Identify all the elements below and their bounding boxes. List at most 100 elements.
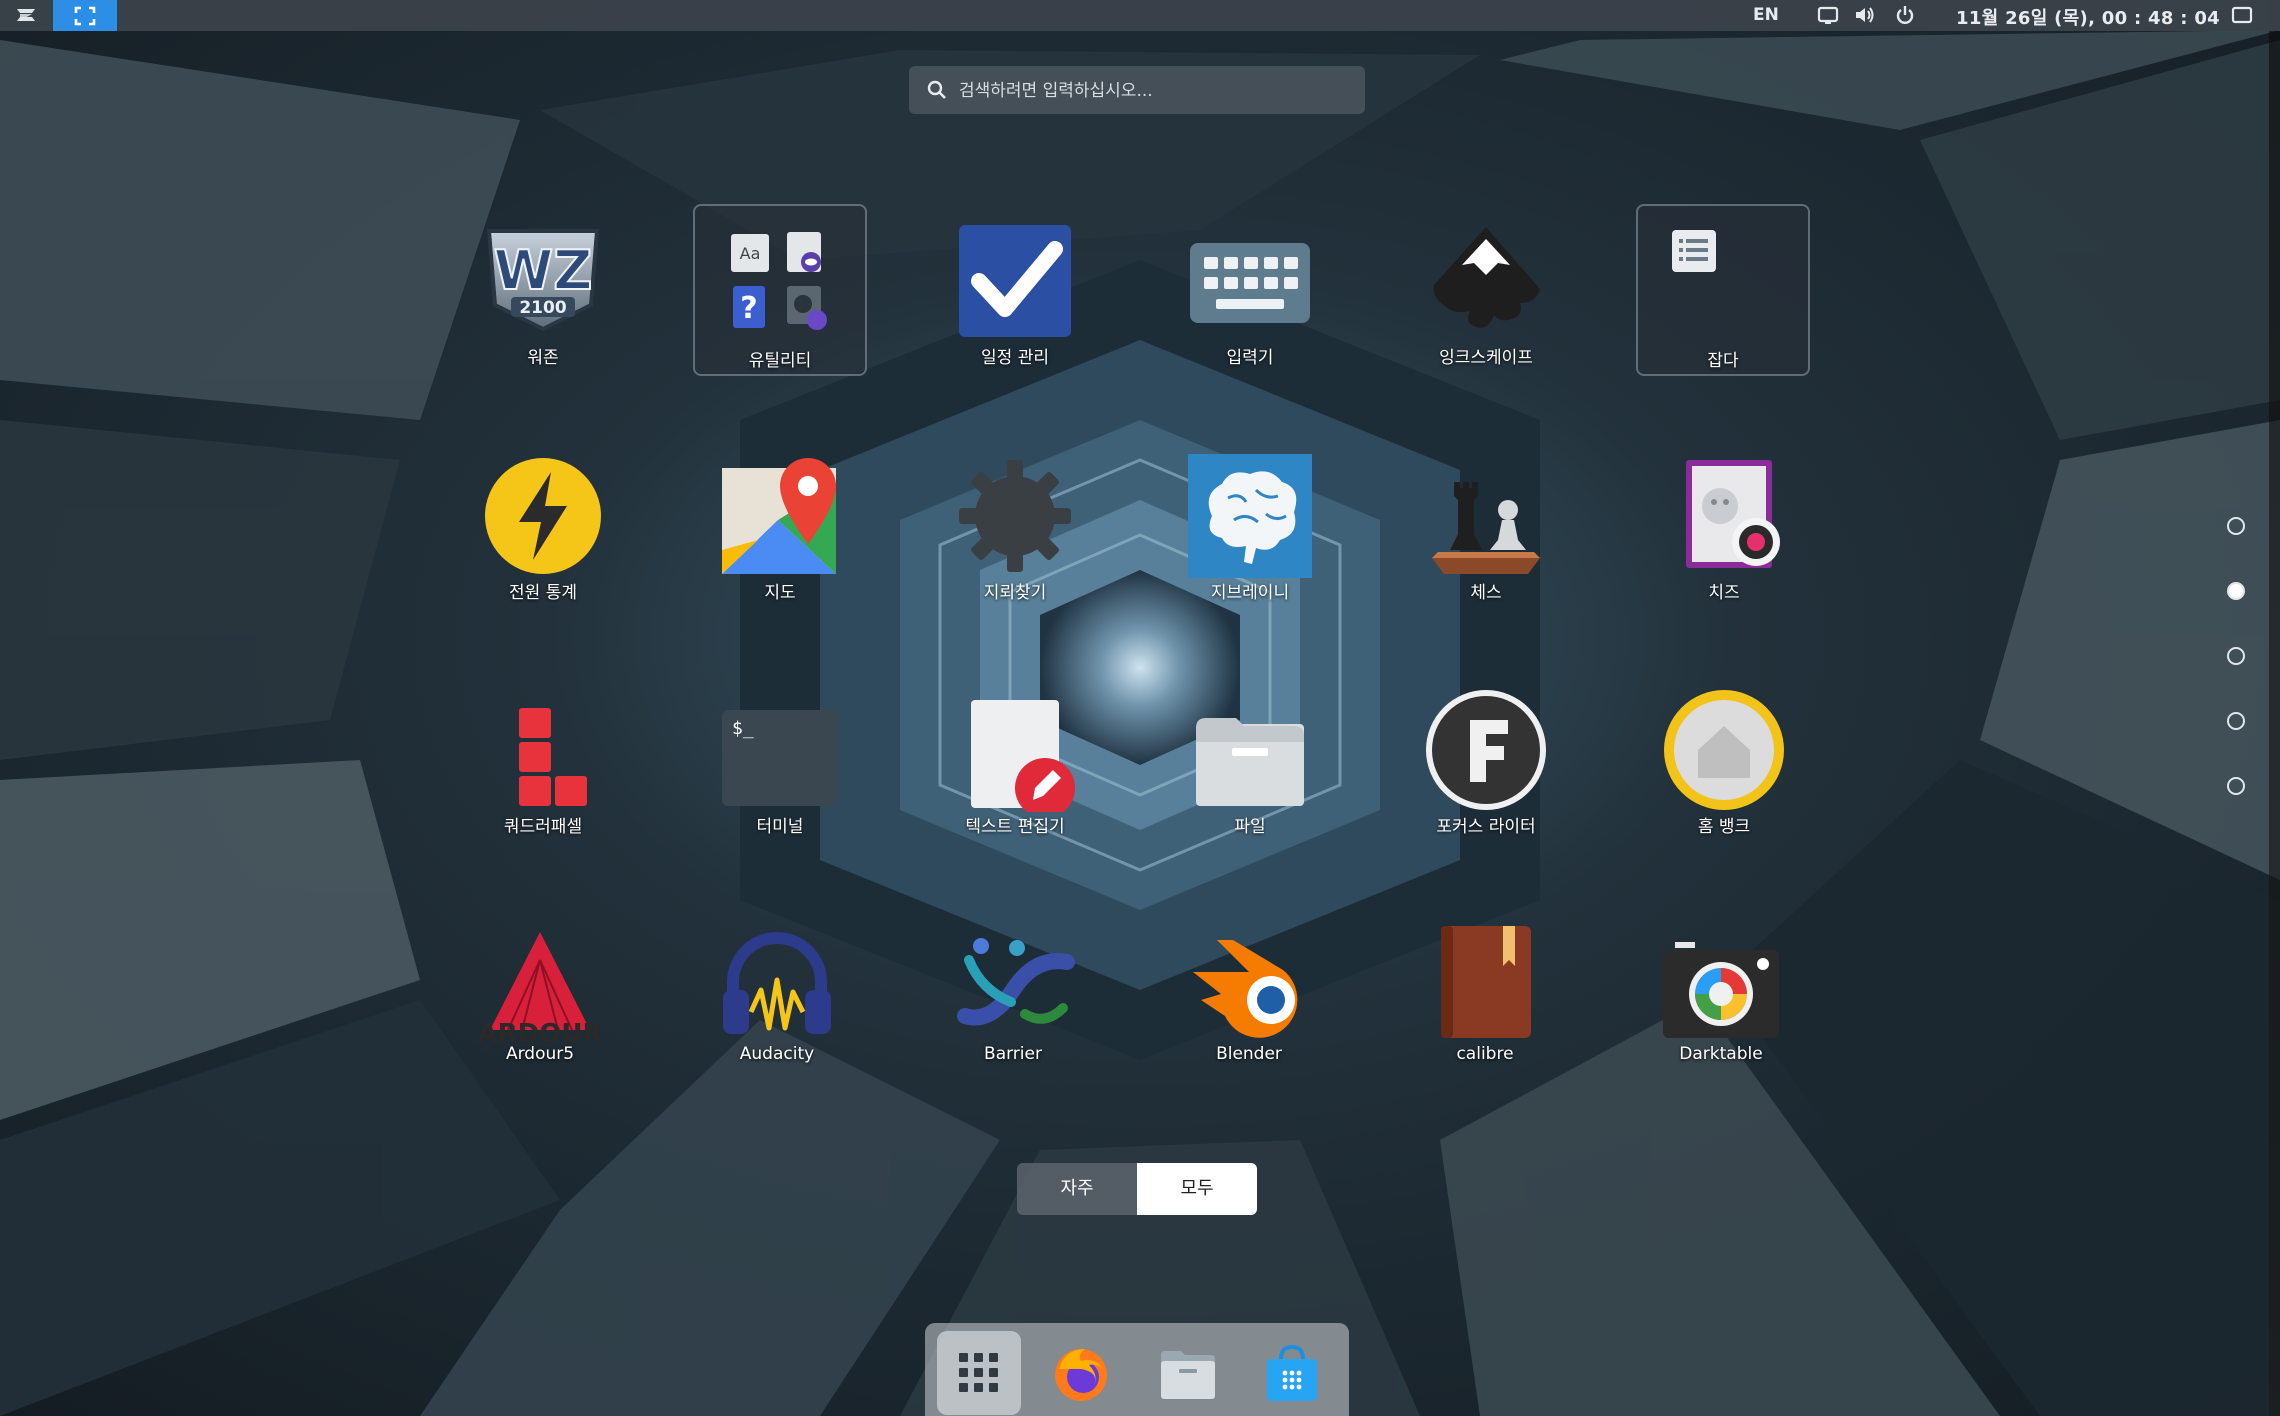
inkscape-icon — [1433, 227, 1540, 328]
app-barrier[interactable]: Barrier — [925, 906, 1101, 1082]
app-warzone[interactable]: WZ 2100 워존 — [455, 205, 631, 381]
top-panel: EN 11월 26일 (목), 00 : 48 : 04 — [0, 0, 2280, 31]
svg-text:?: ? — [740, 291, 757, 326]
search-box[interactable] — [909, 66, 1365, 116]
app-label: 쿼드러패셀 — [503, 817, 583, 837]
folder-icon — [1672, 230, 1716, 272]
app-label: 텍스트 편집기 — [965, 817, 1065, 837]
page-dot-5[interactable] — [2227, 777, 2245, 795]
zorin-menu-icon[interactable] — [12, 4, 40, 26]
app-cheese[interactable]: 치즈 — [1636, 440, 1812, 616]
dock-software[interactable] — [1249, 1331, 1333, 1415]
keyboard-icon — [1190, 243, 1310, 323]
app-label: 포커스 라이터 — [1436, 817, 1536, 837]
app-focuswriter[interactable]: 포커스 라이터 — [1398, 674, 1574, 850]
page-dot-4[interactable] — [2227, 712, 2245, 730]
power-icon[interactable] — [1893, 4, 1917, 26]
search-icon — [927, 80, 946, 99]
app-label: Audacity — [739, 1044, 815, 1064]
ardour-icon: ARDOUR — [478, 932, 602, 1044]
chess-icon — [1432, 482, 1540, 574]
search-input[interactable] — [957, 66, 1351, 116]
view-toggle: 자주 모두 — [1017, 1163, 1257, 1215]
window-edge — [2269, 0, 2280, 1416]
app-maps[interactable]: 지도 — [692, 440, 868, 616]
terminal-icon: $_ — [722, 710, 838, 806]
page-dot-3[interactable] — [2227, 647, 2245, 665]
clock[interactable]: 11월 26일 (목), 00 : 48 : 04 — [1956, 4, 2220, 30]
svg-text:WZ: WZ — [494, 239, 593, 302]
mine-gear-icon — [959, 460, 1071, 572]
app-label: Blender — [1216, 1044, 1282, 1064]
file-cabinet-icon — [1196, 718, 1304, 806]
focuswriter-icon — [1426, 690, 1546, 810]
svg-text:$_: $_ — [732, 718, 754, 739]
software-store-icon — [1267, 1344, 1317, 1401]
warzone-2100-icon: WZ 2100 — [486, 229, 600, 332]
headphones-icon — [723, 932, 831, 1034]
app-label: 체스 — [1470, 583, 1502, 603]
notification-icon[interactable] — [2230, 4, 2254, 26]
folder-misc[interactable]: 잡다 — [1636, 204, 1810, 376]
camera-icon — [1663, 942, 1779, 1038]
frequent-apps-button[interactable]: 자주 — [1017, 1163, 1137, 1215]
app-text-editor[interactable]: 텍스트 편집기 — [927, 674, 1103, 850]
display-icon[interactable] — [1816, 4, 1840, 26]
folder-label: 유틸리티 — [748, 351, 812, 371]
fullscreen-icon — [74, 6, 96, 26]
page-dot-2[interactable] — [2227, 582, 2245, 600]
app-darktable[interactable]: Darktable — [1633, 906, 1809, 1082]
dock-files[interactable] — [1145, 1331, 1229, 1415]
app-audacity[interactable]: Audacity — [689, 906, 865, 1082]
app-planner[interactable]: 일정 관리 — [927, 205, 1103, 381]
volume-icon[interactable] — [1853, 4, 1877, 26]
dock-firefox[interactable] — [1039, 1331, 1123, 1415]
app-label: 치즈 — [1708, 583, 1740, 603]
activities-button[interactable] — [53, 0, 117, 31]
app-label: 홈 뱅크 — [1697, 817, 1751, 837]
app-ardour[interactable]: ARDOUR Ardour5 — [452, 906, 628, 1082]
webcam-icon — [1686, 460, 1780, 568]
app-minesweeper[interactable]: 지뢰찾기 — [927, 440, 1103, 616]
app-quadrapassel[interactable]: 쿼드러패셀 — [455, 674, 631, 850]
text-editor-icon — [971, 700, 1075, 812]
keyboard-layout-indicator[interactable]: EN — [1753, 5, 1779, 25]
dock-app-grid[interactable] — [937, 1331, 1021, 1415]
folder-icon: Aa ? — [731, 232, 827, 330]
app-calibre[interactable]: calibre — [1397, 906, 1573, 1082]
page-dot-1[interactable] — [2227, 517, 2245, 535]
app-label: calibre — [1456, 1044, 1514, 1064]
map-pin-icon — [722, 458, 836, 574]
app-power-stats[interactable]: 전원 통계 — [455, 440, 631, 616]
app-label: 터미널 — [756, 817, 804, 837]
book-icon — [1441, 926, 1531, 1038]
home-bank-icon — [1664, 690, 1784, 810]
folder-utilities[interactable]: Aa ? 유틸리티 — [693, 204, 867, 376]
app-label: Darktable — [1679, 1044, 1763, 1064]
app-input-method[interactable]: 입력기 — [1162, 205, 1338, 381]
dock — [925, 1323, 1349, 1416]
app-label: 입력기 — [1226, 348, 1274, 368]
app-blender[interactable]: Blender — [1161, 906, 1337, 1082]
folder-label: 잡다 — [1707, 351, 1739, 371]
app-label: Barrier — [984, 1044, 1042, 1064]
svg-text:Aa: Aa — [740, 244, 761, 263]
app-terminal[interactable]: $_ 터미널 — [692, 674, 868, 850]
brain-icon — [1188, 454, 1312, 578]
all-apps-button[interactable]: 모두 — [1137, 1163, 1257, 1215]
app-label: 전원 통계 — [509, 583, 577, 603]
app-label: 지브레이니 — [1210, 583, 1290, 603]
power-bolt-icon — [485, 458, 601, 574]
app-label: 파일 — [1234, 817, 1266, 837]
folder-icon — [1161, 1351, 1215, 1399]
app-gbrainy[interactable]: 지브레이니 — [1162, 440, 1338, 616]
app-files[interactable]: 파일 — [1162, 674, 1338, 850]
svg-text:2100: 2100 — [519, 298, 566, 318]
app-chess[interactable]: 체스 — [1398, 440, 1574, 616]
app-label: Ardour5 — [505, 1044, 575, 1064]
svg-text:ARDOUR: ARDOUR — [478, 1019, 602, 1044]
app-label: 지뢰찾기 — [983, 583, 1047, 603]
blocks-icon — [519, 708, 587, 806]
app-homebank[interactable]: 홈 뱅크 — [1636, 674, 1812, 850]
app-inkscape[interactable]: 잉크스케이프 — [1398, 205, 1574, 381]
